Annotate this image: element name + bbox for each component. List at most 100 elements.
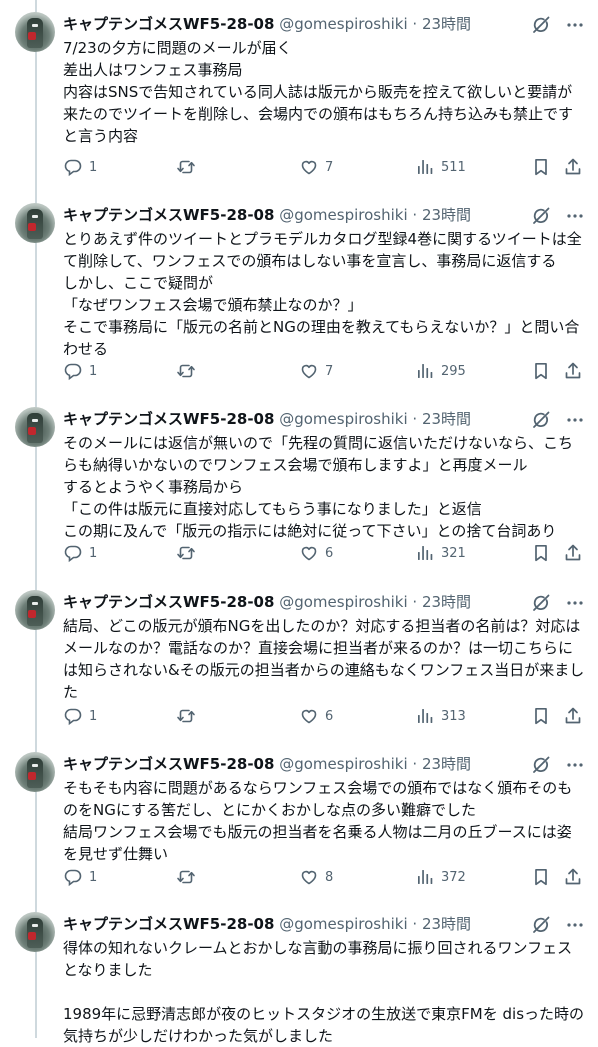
handle[interactable]: @gomespiroshiki bbox=[279, 206, 407, 224]
tweet-text: 結局、どこの版元が頒布NGを出したのか？対応する担当者の名前は？対応はメールなの… bbox=[63, 617, 585, 701]
retweet-button[interactable] bbox=[176, 704, 202, 728]
handle[interactable]: @gomespiroshiki bbox=[279, 593, 407, 611]
tweet-header: キャプテンゴメスWF5-28-08 @gomespiroshiki · 23時間 bbox=[63, 13, 585, 35]
bookmark-button[interactable] bbox=[531, 865, 551, 889]
reply-button[interactable]: 1 bbox=[63, 704, 97, 728]
grok-icon[interactable] bbox=[531, 593, 551, 617]
share-button[interactable] bbox=[563, 865, 583, 889]
share-button[interactable] bbox=[563, 704, 583, 728]
handle[interactable]: @gomespiroshiki bbox=[279, 755, 407, 773]
retweet-icon bbox=[177, 364, 195, 378]
tweet-header: キャプテンゴメスWF5-28-08 @gomespiroshiki · 23時間 bbox=[63, 204, 585, 226]
reply-icon bbox=[64, 869, 82, 887]
views-button[interactable]: 295 bbox=[415, 359, 466, 383]
bookmark-icon bbox=[535, 868, 547, 886]
more-options-icon[interactable] bbox=[565, 15, 585, 39]
heart-icon bbox=[301, 160, 317, 175]
avatar[interactable] bbox=[15, 12, 55, 52]
bookmark-button[interactable] bbox=[531, 704, 551, 728]
avatar[interactable] bbox=[15, 203, 55, 243]
retweet-icon bbox=[177, 160, 195, 174]
share-icon bbox=[565, 868, 581, 885]
views-button[interactable]: 313 bbox=[415, 704, 466, 728]
share-button[interactable] bbox=[563, 359, 583, 383]
grok-icon[interactable] bbox=[531, 410, 551, 434]
retweet-button[interactable] bbox=[176, 155, 202, 179]
bookmark-icon bbox=[535, 707, 547, 725]
display-name[interactable]: キャプテンゴメスWF5-28-08 bbox=[63, 206, 274, 224]
tweet[interactable]: キャプテンゴメスWF5-28-08 @gomespiroshiki · 23時間… bbox=[0, 900, 598, 1045]
more-options-icon[interactable] bbox=[565, 206, 585, 230]
reply-button[interactable]: 1 bbox=[63, 865, 97, 889]
display-name[interactable]: キャプテンゴメスWF5-28-08 bbox=[63, 410, 274, 428]
display-name[interactable]: キャプテンゴメスWF5-28-08 bbox=[63, 15, 274, 33]
reply-button[interactable]: 1 bbox=[63, 359, 97, 383]
more-options-icon[interactable] bbox=[565, 593, 585, 617]
view-count: 511 bbox=[441, 159, 466, 175]
bookmark-button[interactable] bbox=[531, 541, 551, 565]
grok-icon[interactable] bbox=[531, 755, 551, 779]
timestamp[interactable]: · 23時間 bbox=[412, 206, 471, 224]
tweet-text: 得体の知れないクレームとおかしな言動の事務局に振り回されるワンフェスとなりました… bbox=[63, 939, 585, 1045]
share-icon bbox=[565, 544, 581, 561]
tweet[interactable]: キャプテンゴメスWF5-28-08 @gomespiroshiki · 23時間… bbox=[0, 191, 598, 395]
display-name[interactable]: キャプテンゴメスWF5-28-08 bbox=[63, 593, 274, 611]
more-options-icon[interactable] bbox=[565, 755, 585, 779]
reply-button[interactable]: 1 bbox=[63, 155, 97, 179]
like-count: 7 bbox=[325, 159, 334, 175]
tweet[interactable]: キャプテンゴメスWF5-28-08 @gomespiroshiki · 23時間… bbox=[0, 578, 598, 740]
bookmark-icon bbox=[535, 362, 547, 380]
views-button[interactable]: 372 bbox=[415, 865, 466, 889]
tweet[interactable]: キャプテンゴメスWF5-28-08 @gomespiroshiki · 23時間… bbox=[0, 0, 598, 191]
views-chart-icon bbox=[418, 870, 433, 884]
more-options-icon[interactable] bbox=[565, 410, 585, 434]
tweet[interactable]: キャプテンゴメスWF5-28-08 @gomespiroshiki · 23時間… bbox=[0, 740, 598, 900]
grok-icon[interactable] bbox=[531, 915, 551, 939]
reply-icon bbox=[64, 159, 82, 177]
avatar[interactable] bbox=[15, 752, 55, 792]
retweet-button[interactable] bbox=[176, 541, 202, 565]
thread: キャプテンゴメスWF5-28-08 @gomespiroshiki · 23時間… bbox=[0, 0, 598, 1045]
display-name[interactable]: キャプテンゴメスWF5-28-08 bbox=[63, 915, 274, 933]
views-button[interactable]: 511 bbox=[415, 155, 466, 179]
like-button[interactable]: 7 bbox=[299, 155, 333, 179]
avatar[interactable] bbox=[15, 590, 55, 630]
reply-button[interactable]: 1 bbox=[63, 541, 97, 565]
tweet-actions: 1 6 313 bbox=[63, 704, 585, 728]
retweet-button[interactable] bbox=[176, 865, 202, 889]
grok-icon[interactable] bbox=[531, 206, 551, 230]
views-chart-icon bbox=[418, 709, 433, 723]
timestamp[interactable]: · 23時間 bbox=[412, 15, 471, 33]
timestamp[interactable]: · 23時間 bbox=[412, 755, 471, 773]
like-button[interactable]: 8 bbox=[299, 865, 333, 889]
handle[interactable]: @gomespiroshiki bbox=[279, 15, 407, 33]
bookmark-button[interactable] bbox=[531, 155, 551, 179]
reply-count: 1 bbox=[89, 363, 98, 379]
avatar[interactable] bbox=[15, 912, 55, 952]
like-button[interactable]: 6 bbox=[299, 541, 333, 565]
like-button[interactable]: 6 bbox=[299, 704, 333, 728]
bookmark-button[interactable] bbox=[531, 359, 551, 383]
like-button[interactable]: 7 bbox=[299, 359, 333, 383]
tweet[interactable]: キャプテンゴメスWF5-28-08 @gomespiroshiki · 23時間… bbox=[0, 395, 598, 578]
heart-icon bbox=[301, 364, 317, 379]
grok-icon[interactable] bbox=[531, 15, 551, 39]
heart-icon bbox=[301, 546, 317, 561]
share-icon bbox=[565, 707, 581, 724]
timestamp[interactable]: · 23時間 bbox=[412, 915, 471, 933]
timestamp[interactable]: · 23時間 bbox=[412, 593, 471, 611]
handle[interactable]: @gomespiroshiki bbox=[279, 410, 407, 428]
handle[interactable]: @gomespiroshiki bbox=[279, 915, 407, 933]
share-button[interactable] bbox=[563, 541, 583, 565]
retweet-button[interactable] bbox=[176, 359, 202, 383]
share-icon bbox=[565, 362, 581, 379]
views-button[interactable]: 321 bbox=[415, 541, 466, 565]
tweet-text: 7/23の夕方に問題のメールが届く 差出人はワンフェス事務局 内容はSNSで告知… bbox=[63, 39, 574, 145]
timestamp[interactable]: · 23時間 bbox=[412, 410, 471, 428]
share-button[interactable] bbox=[563, 155, 583, 179]
avatar[interactable] bbox=[15, 407, 55, 447]
display-name[interactable]: キャプテンゴメスWF5-28-08 bbox=[63, 755, 274, 773]
reply-count: 1 bbox=[89, 708, 98, 724]
more-options-icon[interactable] bbox=[565, 915, 585, 939]
reply-icon bbox=[64, 363, 82, 381]
